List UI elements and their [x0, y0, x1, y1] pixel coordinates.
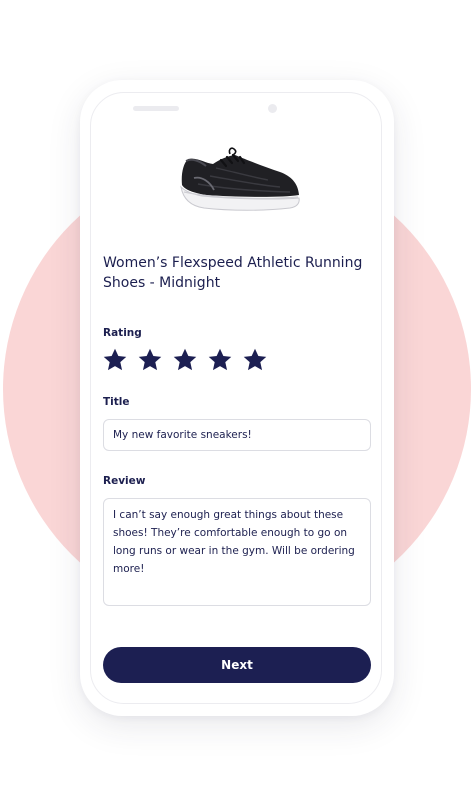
- rating-label: Rating: [103, 327, 142, 339]
- title-label: Title: [103, 396, 130, 408]
- star-rating[interactable]: [102, 347, 268, 373]
- review-label: Review: [103, 475, 146, 487]
- phone-camera: [268, 104, 277, 113]
- phone-speaker: [133, 106, 179, 111]
- running-shoe-icon: [172, 140, 304, 216]
- next-button[interactable]: Next: [103, 647, 371, 683]
- star-icon[interactable]: [207, 347, 233, 373]
- star-icon[interactable]: [102, 347, 128, 373]
- title-input[interactable]: [103, 419, 371, 451]
- star-icon[interactable]: [137, 347, 163, 373]
- product-title: Women’s Flexspeed Athletic Running Shoes…: [103, 255, 363, 291]
- review-textarea[interactable]: I can’t say enough great things about th…: [103, 498, 371, 606]
- star-icon[interactable]: [172, 347, 198, 373]
- star-icon[interactable]: [242, 347, 268, 373]
- screen: Women’s Flexspeed Athletic Running Shoes…: [0, 0, 474, 797]
